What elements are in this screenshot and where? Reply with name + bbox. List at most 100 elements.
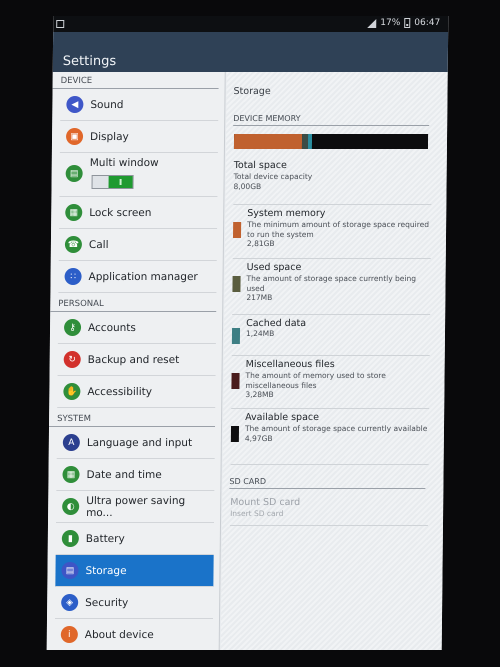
storage-item-cached-data[interactable]: Cached data 1,24MB: [231, 318, 431, 356]
multi-window-toggle[interactable]: [91, 175, 134, 189]
info-icon: i: [60, 626, 78, 643]
storage-icon: ▤: [61, 562, 79, 579]
page-title: Settings: [62, 54, 117, 69]
storage-item-value: 3,28MB: [245, 390, 274, 399]
storage-item-value: 4,97GB: [244, 433, 273, 443]
section-header-device: DEVICE: [52, 72, 219, 89]
storage-item-desc: The amount of storage space currently av…: [244, 424, 428, 433]
status-icons: 17% 06:47: [366, 18, 440, 28]
speaker-icon: ◀: [66, 96, 84, 113]
storage-item-title: System memory: [247, 208, 326, 219]
sidebar-item-storage[interactable]: ▤ Storage: [55, 555, 214, 587]
sidebar-item-application-manager[interactable]: ∷ Application manager: [58, 261, 217, 293]
mount-sd-desc: Insert SD card: [230, 509, 284, 518]
storage-item-title: Used space: [246, 262, 302, 273]
apps-icon: ∷: [64, 268, 82, 285]
sidebar-item-label: Backup and reset: [87, 353, 180, 366]
sidebar-item-label: Display: [89, 130, 129, 143]
key-icon: ⚷: [63, 319, 82, 336]
toggle-knob: [108, 176, 133, 188]
sidebar-item-label: Call: [88, 238, 109, 251]
hand-icon: ✋: [63, 383, 81, 400]
sidebar-item-battery[interactable]: ▮ Battery: [55, 523, 215, 555]
sidebar-item-sound[interactable]: ◀ Sound: [60, 89, 219, 121]
sidebar-item-label: Sound: [90, 98, 124, 111]
phone-icon: ☎: [64, 236, 83, 253]
sidebar-item-label: Storage: [85, 564, 127, 577]
battery-status-icon: [404, 18, 411, 28]
section-header-system: SYSTEM: [49, 410, 216, 427]
storage-item-value: 8,00GB: [233, 181, 262, 191]
storage-usage-bar: [233, 134, 429, 149]
storage-item-miscellaneous-files[interactable]: Miscellaneous files The amount of memory …: [231, 359, 430, 409]
sidebar-item-label: Ultra power saving mo...: [86, 494, 186, 519]
color-swatch: [232, 222, 242, 238]
sidebar-item-security[interactable]: ◈ Security: [55, 587, 214, 619]
section-header-personal: PERSONAL: [50, 295, 217, 312]
sidebar-item-label: Accounts: [87, 321, 136, 334]
storage-item-available-space[interactable]: Available space The amount of storage spa…: [230, 412, 430, 465]
storage-item-desc: The amount of storage space currently be…: [246, 274, 417, 293]
sidebar-item-label: Battery: [85, 532, 125, 545]
lock-screen-icon: ▦: [65, 204, 83, 221]
backup-icon: ↻: [63, 351, 81, 368]
storage-item-desc: The minimum amount of storage space requ…: [246, 220, 430, 239]
sidebar-item-language-and-input[interactable]: A Language and input: [56, 427, 216, 459]
security-icon: ◈: [61, 594, 79, 611]
storage-item-desc: Total device capacity: [233, 172, 313, 181]
power-saving-icon: ◐: [62, 498, 80, 515]
sidebar-item-call[interactable]: ☎ Call: [58, 229, 218, 261]
sidebar-item-label: Date and time: [86, 468, 162, 481]
sidebar-item-about-device[interactable]: i About device: [54, 619, 214, 650]
storage-detail-panel: Storage DEVICE MEMORY Total space Total d…: [220, 72, 448, 650]
mount-sd-title: Mount SD card: [230, 497, 301, 508]
storage-item-used-space[interactable]: Used space The amount of storage space cu…: [232, 262, 431, 315]
storage-bar-segment: [311, 134, 429, 149]
storage-item-total-space[interactable]: Total space Total device capacity 8,00GB: [233, 160, 432, 205]
calendar-icon: ▦: [62, 466, 80, 483]
battery-icon: ▮: [61, 530, 79, 547]
storage-item-title: Miscellaneous files: [245, 359, 335, 370]
storage-item-system-memory[interactable]: System memory The minimum amount of stora…: [232, 208, 432, 259]
storage-bar-segment: [233, 134, 302, 149]
detail-title: Storage: [233, 86, 271, 97]
storage-item-title: Total space: [233, 160, 287, 171]
sidebar-item-backup-and-reset[interactable]: ↻ Backup and reset: [57, 344, 216, 376]
sidebar-item-label: Lock screen: [89, 206, 152, 219]
battery-percent: 17%: [380, 18, 401, 28]
sidebar-item-accounts[interactable]: ⚷ Accounts: [57, 312, 217, 344]
storage-item-title: Cached data: [246, 318, 307, 329]
multi-window-icon: ▤: [65, 165, 83, 182]
color-swatch: [230, 426, 240, 442]
status-bar: 17% 06:47: [53, 16, 449, 32]
language-icon: A: [62, 434, 80, 451]
sidebar-item-label: Multi window: [89, 157, 159, 169]
sidebar-item-label: Application manager: [88, 270, 198, 283]
sidebar-item-display[interactable]: ▣ Display: [59, 121, 219, 153]
sidebar-item-accessibility[interactable]: ✋ Accessibility: [57, 376, 216, 408]
mount-sd-card-item[interactable]: Mount SD card Insert SD card: [229, 497, 429, 526]
app-title-bar: Settings: [52, 32, 449, 72]
signal-icon: [366, 19, 376, 28]
sd-card-header: SD CARD: [229, 477, 426, 489]
settings-sidebar: DEVICE ◀ Sound ▣ Display ▤ Multi window ▦ Lock s…: [46, 72, 226, 650]
color-swatch: [232, 276, 241, 292]
storage-item-value: 1,24MB: [245, 329, 275, 338]
color-swatch: [231, 373, 240, 389]
storage-item-value: 217MB: [246, 293, 273, 302]
color-swatch: [231, 328, 241, 344]
sidebar-item-ultra-power-saving-mo[interactable]: ◐ Ultra power saving mo...: [56, 491, 215, 523]
sidebar-item-multi-window[interactable]: ▤ Multi window: [59, 153, 218, 197]
storage-item-desc: The amount of memory used to store misce…: [245, 371, 386, 390]
sidebar-item-label: Language and input: [86, 436, 193, 449]
sidebar-item-label: Accessibility: [87, 385, 153, 398]
storage-item-value: 2,81GB: [246, 239, 275, 248]
notification-icon: [56, 20, 65, 28]
sidebar-item-label: Security: [85, 596, 129, 609]
display-icon: ▣: [65, 128, 84, 145]
sidebar-item-lock-screen[interactable]: ▦ Lock screen: [59, 197, 218, 229]
clock: 06:47: [414, 18, 441, 28]
sidebar-item-date-and-time[interactable]: ▦ Date and time: [56, 459, 215, 491]
device-memory-header: DEVICE MEMORY: [233, 114, 430, 126]
sidebar-item-label: About device: [84, 628, 154, 641]
